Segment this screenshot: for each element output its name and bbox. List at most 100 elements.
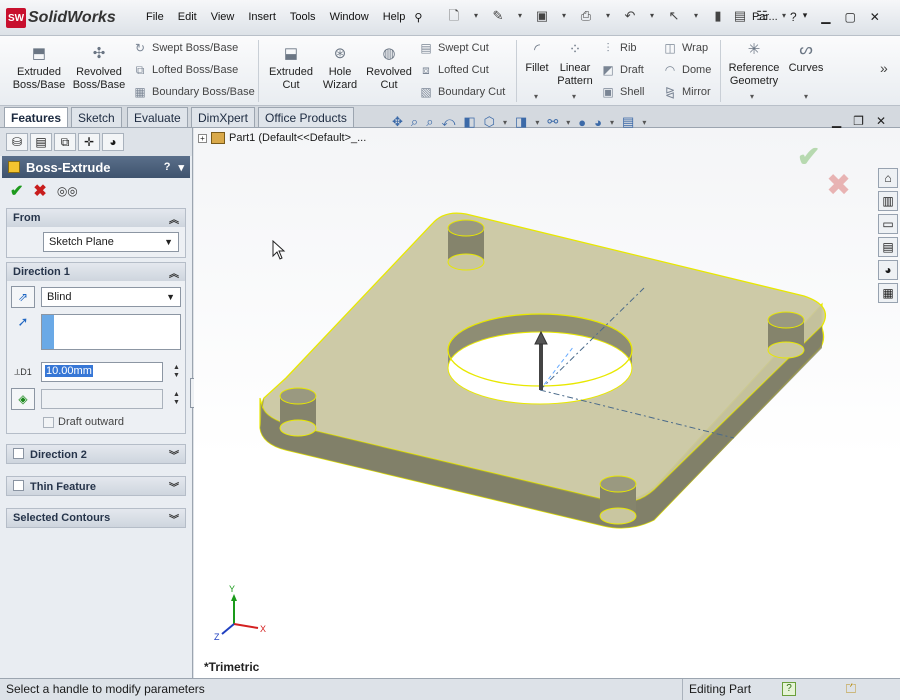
menu-view[interactable]: View xyxy=(204,11,242,24)
feature-manager-icon[interactable]: ⛁ xyxy=(6,133,28,151)
tab-office-products[interactable]: Office Products xyxy=(258,107,354,127)
quick-tips-icon[interactable]: ? xyxy=(782,682,796,696)
shell-button[interactable]: ▣ Shell xyxy=(600,84,644,100)
dome-button[interactable]: ◠ Dome xyxy=(662,62,712,78)
print-icon[interactable]: ⎙ xyxy=(578,8,594,24)
chevron-down-icon[interactable]: ▾ xyxy=(688,8,704,24)
draft-outward-checkbox[interactable]: Draft outward xyxy=(11,416,181,428)
fillet-button[interactable]: ◜ Fillet xyxy=(520,40,554,75)
dimxpert-manager-icon[interactable]: ✛ xyxy=(78,133,100,151)
direction2-checkbox[interactable] xyxy=(13,447,24,459)
new-document-icon[interactable]: 🗋 xyxy=(446,8,462,24)
help-icon[interactable]: ? xyxy=(164,161,171,174)
curves-button[interactable]: ᔕ Curves xyxy=(786,40,826,75)
chevron-down-icon[interactable]: ▾ xyxy=(556,8,572,24)
depth-spinner[interactable]: ▲ ▼ xyxy=(173,364,180,380)
menu-tools[interactable]: Tools xyxy=(283,11,323,24)
draft-button[interactable]: ◩ Draft xyxy=(600,62,644,78)
collapse-icon[interactable]: ︽ xyxy=(169,211,179,226)
close-button[interactable]: ✕ xyxy=(870,10,880,24)
cancel-button[interactable]: ✖ xyxy=(33,181,46,201)
chevron-down-icon[interactable]: ▾ xyxy=(750,92,754,101)
extruded-cut-button[interactable]: ⬓ Extruded Cut xyxy=(264,44,318,92)
select-icon[interactable]: ↖ xyxy=(666,8,682,24)
minimize-button[interactable]: ▁ xyxy=(821,10,830,24)
chevron-down-icon[interactable]: ▾ xyxy=(600,8,616,24)
from-select[interactable]: Sketch Plane ▼ xyxy=(43,232,179,252)
thin-feature-header[interactable]: Thin Feature ︾ xyxy=(7,477,185,495)
chevron-down-icon[interactable]: ▾ xyxy=(572,92,576,101)
reverse-direction-button[interactable]: ⇗ xyxy=(11,286,35,308)
expand-icon[interactable]: ︾ xyxy=(169,447,179,462)
end-condition-select[interactable]: Blind ▼ xyxy=(41,287,181,307)
configuration-manager-icon[interactable]: ⧉ xyxy=(54,133,76,151)
revolved-cut-button[interactable]: ◍ Revolved Cut xyxy=(362,44,416,92)
chevron-down-icon[interactable]: ▾ xyxy=(566,118,570,127)
expand-icon[interactable]: ︾ xyxy=(169,479,179,494)
close-button[interactable]: ✕ xyxy=(876,114,886,128)
boundary-cut-button[interactable]: ▧ Boundary Cut xyxy=(418,84,505,100)
menu-file[interactable]: File xyxy=(139,11,171,24)
chevron-down-icon[interactable]: ▾ xyxy=(642,118,646,127)
save-icon[interactable]: ▣ xyxy=(534,8,550,24)
tab-evaluate[interactable]: Evaluate xyxy=(127,107,188,127)
help-icon[interactable]: ? xyxy=(790,10,797,24)
thin-feature-checkbox[interactable] xyxy=(13,479,24,491)
lofted-cut-button[interactable]: ⧈ Lofted Cut xyxy=(418,62,489,78)
menu-edit[interactable]: Edit xyxy=(171,11,204,24)
undo-icon[interactable]: ↶ xyxy=(622,8,638,24)
chevron-down-icon[interactable]: ▾ xyxy=(804,92,808,101)
draft-on-off-button[interactable]: ◈ xyxy=(11,388,35,410)
chevron-down-icon[interactable]: ▾ xyxy=(534,92,538,101)
chevron-down-icon[interactable]: ▾ xyxy=(512,8,528,24)
menu-insert[interactable]: Insert xyxy=(241,11,283,24)
property-manager-icon[interactable]: ▤ xyxy=(30,133,52,151)
open-folder-icon[interactable]: ✎ xyxy=(490,8,506,24)
direction2-header[interactable]: Direction 2 ︾ xyxy=(7,445,185,463)
chevron-down-icon[interactable]: ▾ xyxy=(535,118,539,127)
expand-icon[interactable]: ︾ xyxy=(169,511,179,526)
depth-input[interactable]: 10.00mm xyxy=(41,362,163,382)
rib-button[interactable]: ⫶ Rib xyxy=(600,40,636,56)
chevron-down-icon[interactable]: ▾ xyxy=(803,10,808,24)
part-model[interactable]: Y X Z xyxy=(194,128,900,678)
tab-dimxpert[interactable]: DimXpert xyxy=(191,107,256,127)
chevron-down-icon[interactable]: ▾ xyxy=(178,161,184,174)
boundary-boss-button[interactable]: ▦ Boundary Boss/Base xyxy=(132,84,254,100)
preview-icon[interactable]: ◎◎ xyxy=(57,184,78,198)
swept-boss-button[interactable]: ↻ Swept Boss/Base xyxy=(132,40,238,56)
extruded-boss-button[interactable]: ⬒ Extruded Boss/Base xyxy=(8,44,70,92)
reference-geometry-button[interactable]: ✳ Reference Geometry xyxy=(724,40,784,88)
chevron-down-icon[interactable]: ▾ xyxy=(610,118,614,127)
tab-features[interactable]: Features xyxy=(4,107,69,127)
collapse-icon[interactable]: ︽ xyxy=(169,265,179,280)
chevron-down-icon[interactable]: ▾ xyxy=(644,8,660,24)
revolved-boss-button[interactable]: ✣ Revolved Boss/Base xyxy=(70,44,128,92)
draft-angle-spinner[interactable]: ▲ ▼ xyxy=(173,391,180,407)
display-manager-icon[interactable]: ◕ xyxy=(102,133,124,151)
hole-wizard-button[interactable]: ⊛ Hole Wizard xyxy=(318,44,362,92)
graphics-area[interactable]: ✥ ⌕ ⌕ ⤺ ◧ ⬡ ▾ ◨ ▾ ⚯ ▾ ● ◕ ▾ ▤ ▾ ▁ ❐ ✕ + Part1… xyxy=(194,114,900,678)
lofted-boss-button[interactable]: ⧉ Lofted Boss/Base xyxy=(132,62,239,78)
expand-toolbar-icon[interactable]: » xyxy=(880,60,888,76)
direction-selection-box[interactable] xyxy=(41,314,181,350)
app-logo[interactable]: SW SolidWorks xyxy=(6,7,116,29)
ok-button[interactable]: ✔ xyxy=(10,181,23,201)
tab-sketch[interactable]: Sketch xyxy=(71,107,122,127)
menu-window[interactable]: Window xyxy=(323,11,376,24)
maximize-button[interactable]: ▢ xyxy=(844,10,855,24)
rebuild-icon[interactable]: ▮ xyxy=(710,8,726,24)
from-header[interactable]: From ︽ xyxy=(7,209,185,227)
swept-cut-button[interactable]: ▤ Swept Cut xyxy=(418,40,488,56)
selected-contours-header[interactable]: Selected Contours ︾ xyxy=(7,509,185,527)
file-properties-icon[interactable]: ▤ xyxy=(732,8,748,24)
linear-pattern-button[interactable]: ⁘ Linear Pattern xyxy=(554,40,596,88)
direction1-header[interactable]: Direction 1 ︽ xyxy=(7,263,185,281)
restore-button[interactable]: ❐ xyxy=(853,114,864,128)
wrap-button[interactable]: ◫ Wrap xyxy=(662,40,708,56)
menu-help[interactable]: Help xyxy=(376,11,413,24)
mirror-button[interactable]: ⧎ Mirror xyxy=(662,84,711,100)
tags-icon[interactable]: ⏍ xyxy=(846,681,856,697)
draft-angle-input[interactable] xyxy=(41,389,163,409)
chevron-down-icon[interactable]: ▾ xyxy=(468,8,484,24)
